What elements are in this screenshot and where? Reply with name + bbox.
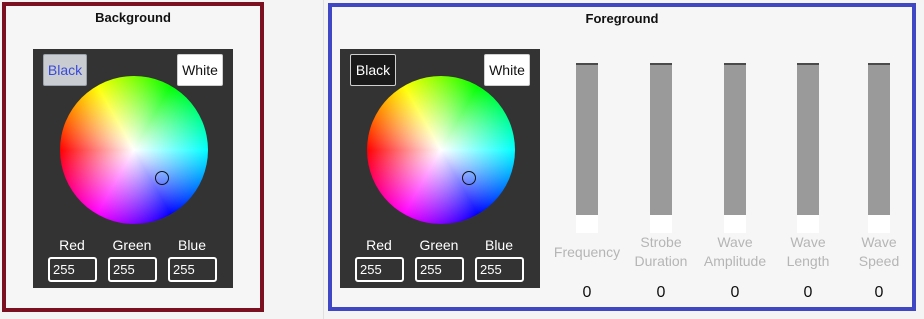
foreground-black-button[interactable]: Black	[350, 54, 396, 86]
section-divider	[323, 0, 324, 319]
background-red-input[interactable]: 255	[48, 257, 97, 282]
foreground-blue-label: Blue	[484, 237, 514, 253]
background-green-input[interactable]: 255	[108, 257, 157, 282]
wave-speed-label-line1: Wave	[861, 234, 897, 250]
frequency-slider-thumb[interactable]	[576, 215, 598, 233]
wave-speed-slider-thumb[interactable]	[868, 215, 890, 233]
foreground-title: Foreground	[585, 11, 659, 26]
foreground-wheel-cursor[interactable]	[462, 171, 476, 185]
background-white-button[interactable]: White	[177, 54, 223, 86]
foreground-color-picker: Black White Red Green Blue 255 255 255	[340, 49, 540, 288]
foreground-color-wheel-icon[interactable]	[367, 76, 515, 224]
foreground-green-input[interactable]: 255	[415, 257, 464, 282]
background-panel: Background Black White Red Green Blue 25…	[2, 2, 264, 312]
background-wheel-cursor[interactable]	[155, 171, 169, 185]
foreground-red-label: Red	[366, 237, 392, 253]
background-red-label: Red	[59, 237, 85, 253]
wave-length-value: 0	[803, 284, 813, 301]
foreground-white-button[interactable]: White	[484, 54, 530, 86]
strobe-duration-slider-track[interactable]	[650, 63, 672, 215]
frequency-slider-track[interactable]	[576, 63, 598, 215]
wave-length-slider-thumb[interactable]	[797, 215, 819, 233]
background-blue-label: Blue	[177, 237, 207, 253]
wave-length-slider-track[interactable]	[797, 63, 819, 215]
wave-length-slider[interactable]	[797, 59, 819, 233]
background-color-picker: Black White Red Green Blue 255 255 255	[33, 49, 233, 288]
frequency-value: 0	[582, 284, 592, 301]
wave-amplitude-slider[interactable]	[724, 59, 746, 233]
background-title: Background	[95, 10, 171, 25]
foreground-red-input[interactable]: 255	[355, 257, 404, 282]
background-blue-input[interactable]: 255	[168, 257, 217, 282]
wave-amplitude-slider-thumb[interactable]	[724, 215, 746, 233]
strobe-duration-slider-thumb[interactable]	[650, 215, 672, 233]
wave-speed-slider[interactable]	[868, 59, 890, 233]
background-color-wheel-icon[interactable]	[60, 76, 208, 224]
strobe-duration-value: 0	[656, 284, 666, 301]
foreground-green-label: Green	[419, 237, 459, 253]
wave-amplitude-slider-track[interactable]	[724, 63, 746, 215]
foreground-blue-input[interactable]: 255	[475, 257, 524, 282]
wave-speed-value: 0	[874, 284, 884, 301]
wave-amplitude-value: 0	[730, 284, 740, 301]
background-black-button[interactable]: Black	[43, 54, 87, 86]
wave-speed-label-line2: Speed	[858, 253, 900, 269]
foreground-panel: Foreground Black White Red Green Blue 25…	[328, 3, 916, 311]
wave-speed-slider-track[interactable]	[868, 63, 890, 215]
wave-speed-label: Wave Speed	[834, 233, 924, 271]
frequency-slider[interactable]	[576, 59, 598, 233]
background-green-label: Green	[112, 237, 152, 253]
strobe-duration-slider[interactable]	[650, 59, 672, 233]
